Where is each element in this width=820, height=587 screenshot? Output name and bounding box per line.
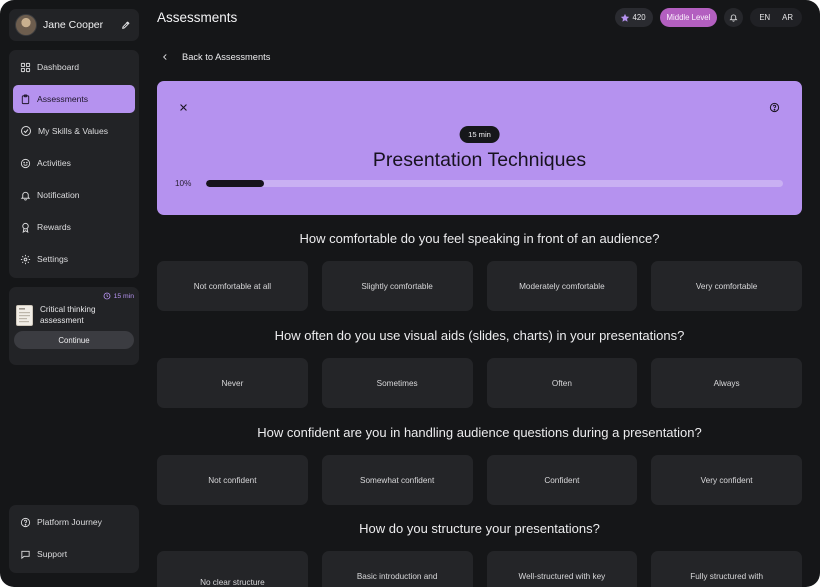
check-circle-icon [21,126,31,136]
answer-option[interactable]: Moderately comfortable [486,261,638,311]
pending-assessment-card: 15 min Critical thinking assessment Cont… [9,287,139,365]
continue-button[interactable]: Continue [14,331,134,349]
clock-icon [103,292,111,300]
gear-icon [20,254,31,264]
header-actions: 420 Middle Level EN AR [614,8,802,27]
sidebar-item-activities[interactable]: Activities [13,149,135,177]
answer-option[interactable]: Often [486,358,638,408]
sidebar-item-label: Platform Journey [37,517,102,527]
answer-option[interactable]: Confident [486,455,638,505]
answer-option[interactable]: Somewhat confident [321,455,473,505]
points-badge[interactable]: 420 [614,8,653,27]
language-switcher: EN AR [750,8,802,27]
progress-label: 10% [175,179,192,188]
smile-icon [20,158,31,168]
bell-icon [729,14,738,22]
notifications-button[interactable] [724,8,744,27]
question-card: How often do you use visual aids (slides… [157,328,802,408]
clipboard-icon [21,93,30,104]
sidebar-item-label: Support [37,549,68,559]
page-title: Assessments [157,10,238,25]
star-icon [620,13,629,22]
question-text: How do you structure your presentations? [359,521,600,536]
sidebar-item-label: My Skills & Values [38,126,109,136]
close-icon[interactable] [179,103,188,112]
profile-card[interactable]: Jane Cooper [9,9,139,41]
answer-option[interactable]: Fully structured with [651,551,802,587]
language-en[interactable]: EN [753,13,776,22]
sidebar-item-dashboard[interactable]: Dashboard [13,53,135,81]
question-card: How comfortable do you feel speaking in … [157,231,802,311]
progress-bar [206,180,783,187]
award-icon [22,222,29,233]
question-text: How often do you use visual aids (slides… [274,328,685,343]
answer-option[interactable]: Well-structured with key [486,551,638,587]
sidebar-item-label: Assessments [37,94,89,104]
answer-option[interactable]: Not confident [157,455,308,505]
sidebar-item-label: Rewards [37,222,71,232]
profile-name: Jane Cooper [43,19,104,31]
sidebar-item-notification[interactable]: Notification [13,181,135,209]
answer-option[interactable]: Slightly comfortable [321,261,473,311]
pending-time: 15 min [14,292,134,300]
sidebar-item-platform-journey[interactable]: Platform Journey [13,508,135,536]
pending-time-label: 15 min [113,292,134,300]
back-label: Back to Assessments [182,52,271,62]
duration-badge: 15 min [459,126,500,143]
points-value: 420 [632,13,646,22]
sidebar-item-label: Notification [37,190,80,200]
avatar[interactable] [15,14,37,36]
assessment-header-card: 15 min Presentation Techniques 10% [157,81,802,215]
sidebar-item-skills[interactable]: My Skills & Values [13,117,135,145]
question-text: How confident are you in handling audien… [257,425,702,440]
answer-option[interactable]: Sometimes [321,358,473,408]
help-circle-icon[interactable] [769,102,780,113]
chevron-left-icon [163,54,167,60]
grid-icon [20,62,31,72]
sidebar-nav: Dashboard Assessments My Skills & Values… [9,50,139,278]
sidebar-item-support[interactable]: Support [13,540,135,568]
bell-icon [20,191,31,201]
level-badge[interactable]: Middle Level [659,8,718,27]
answer-option[interactable]: No clear structure [157,551,308,587]
answer-option[interactable]: Basic introduction and [321,551,473,587]
question-text: How comfortable do you feel speaking in … [299,231,660,246]
sidebar-item-label: Activities [37,158,71,168]
document-icon [16,304,33,326]
chat-icon [21,550,30,559]
app-window: Jane Cooper Dashboard Assessments My Ski… [0,0,820,587]
help-circle-icon [20,517,31,527]
back-link[interactable]: Back to Assessments [161,52,270,62]
sidebar-item-settings[interactable]: Settings [13,245,135,273]
answer-option[interactable]: Always [651,358,802,408]
pending-title: Critical thinking assessment [40,305,96,325]
answer-option[interactable]: Never [157,358,308,408]
sidebar-item-assessments[interactable]: Assessments [13,85,135,113]
answer-option[interactable]: Very confident [651,455,802,505]
sidebar-item-label: Dashboard [37,62,80,72]
sidebar-bottom-nav: Platform Journey Support [9,505,139,573]
pencil-icon[interactable] [119,18,133,32]
assessment-title: Presentation Techniques [372,149,587,171]
progress-fill [206,180,264,187]
language-ar[interactable]: AR [776,13,799,22]
answer-option[interactable]: Very comfortable [651,261,802,311]
answer-option[interactable]: Not comfortable at all [157,261,308,311]
question-card: How do you structure your presentations?… [157,521,802,587]
sidebar-item-rewards[interactable]: Rewards [13,213,135,241]
sidebar-item-label: Settings [37,254,69,264]
question-card: How confident are you in handling audien… [157,425,802,505]
